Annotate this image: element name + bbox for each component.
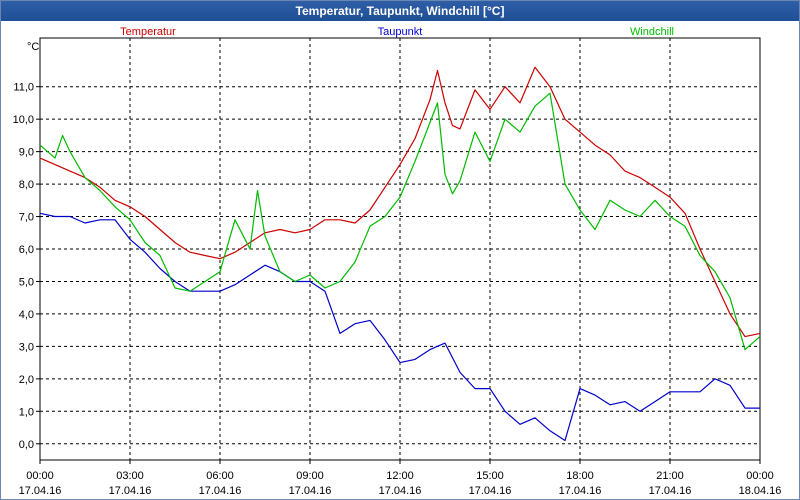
x-tick-time-label: 21:00 xyxy=(656,470,684,482)
y-tick-label: 11,0 xyxy=(13,82,34,94)
y-tick-label: 4,0 xyxy=(19,309,34,321)
x-tick-date-label: 17.04.16 xyxy=(559,485,602,497)
x-tick-date-label: 17.04.16 xyxy=(649,485,692,497)
y-axis: 0,0 1,0 2,0 3,0 4,0 5,0 6,0 7,0 8,0 9,0 10,0 11,0 xyxy=(13,82,40,451)
y-tick-label: 6,0 xyxy=(19,244,34,256)
x-tick-time-label: 00:00 xyxy=(746,470,774,482)
legend-taupunkt: Taupunkt xyxy=(378,26,423,38)
x-tick-date-label: 17.04.16 xyxy=(109,485,152,497)
y-tick-label: 10,0 xyxy=(13,114,34,126)
y-tick-label: 9,0 xyxy=(19,147,34,159)
x-tick-date-label: 17.04.16 xyxy=(289,485,332,497)
y-tick-label: 3,0 xyxy=(19,341,34,353)
x-tick-time-label: 00:00 xyxy=(26,470,54,482)
x-tick-date-label: 18.04.16 xyxy=(739,485,782,497)
x-tick-time-label: 09:00 xyxy=(296,470,324,482)
y-tick-label: 0,0 xyxy=(19,439,34,451)
legend: Temperatur Taupunkt Windchill xyxy=(120,26,674,38)
x-axis: 00:00 17.04.16 03:00 17.04.16 06:00 17.04.16 0… xyxy=(19,460,782,497)
x-tick-time-label: 06:00 xyxy=(206,470,234,482)
y-tick-label: 1,0 xyxy=(19,406,34,418)
y-tick-label: 8,0 xyxy=(19,179,34,191)
y-tick-label: 2,0 xyxy=(19,374,34,386)
chart-canvas: 0,0 1,0 2,0 3,0 4,0 5,0 6,0 7,0 8,0 9,0 10,0 11,0 0… xyxy=(13,26,782,497)
x-tick-time-label: 03:00 xyxy=(116,470,144,482)
x-tick-date-label: 17.04.16 xyxy=(19,485,62,497)
x-tick-time-label: 18:00 xyxy=(566,470,594,482)
x-tick-date-label: 17.04.16 xyxy=(469,485,512,497)
y-tick-label: 5,0 xyxy=(19,276,34,288)
y-tick-label: 7,0 xyxy=(19,212,34,224)
x-tick-time-label: 12:00 xyxy=(386,470,414,482)
legend-temperatur: Temperatur xyxy=(120,26,176,38)
x-tick-date-label: 17.04.16 xyxy=(199,485,242,497)
legend-windchill: Windchill xyxy=(630,26,674,38)
y-unit-label: °C xyxy=(27,41,39,53)
x-tick-time-label: 15:00 xyxy=(476,470,504,482)
x-tick-date-label: 17.04.16 xyxy=(379,485,422,497)
